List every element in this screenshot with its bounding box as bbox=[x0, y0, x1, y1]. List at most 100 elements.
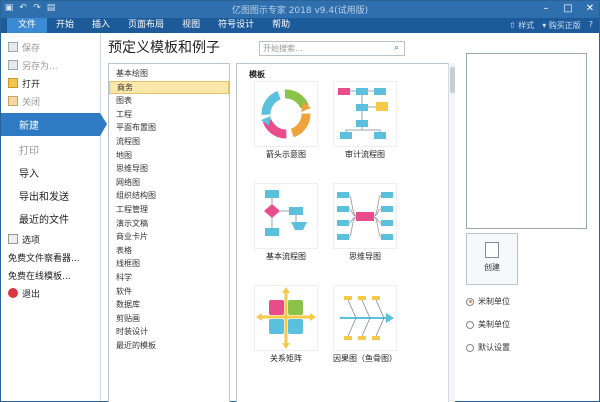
category-item[interactable]: 科学 bbox=[109, 271, 229, 285]
sidebar-item-save-as[interactable]: 另存为... bbox=[1, 56, 100, 74]
category-item[interactable]: 图表 bbox=[109, 94, 229, 108]
title-bar: ▣ ↶ ↷ ▤ 亿图图示专家 2018 v9.4(试用版) – □ ✕ bbox=[1, 1, 599, 18]
category-item[interactable]: 演示文稿 bbox=[109, 217, 229, 231]
radio-dot[interactable] bbox=[466, 320, 474, 329]
category-item[interactable]: 网络图 bbox=[109, 176, 229, 190]
sidebar-item-free-templates[interactable]: 免费在线模板... bbox=[1, 266, 100, 284]
unit-radio-metric[interactable]: 米制单位 bbox=[466, 296, 510, 307]
scrollbar-thumb[interactable] bbox=[450, 67, 455, 93]
sidebar-item-open[interactable]: 打开 bbox=[1, 74, 100, 92]
template-card[interactable]: 思维导图 bbox=[330, 183, 400, 262]
main-panel: 预定义模板和例子 开始搜索... ⌕ 基本绘图 商务 图表 工程 平面布置图 流… bbox=[105, 33, 457, 402]
sidebar-item-label: 选项 bbox=[22, 235, 41, 246]
tab-page-layout[interactable]: 页面布局 bbox=[119, 18, 173, 33]
template-label: 关系矩阵 bbox=[270, 354, 302, 363]
template-card[interactable]: 关系矩阵 bbox=[251, 285, 321, 364]
category-item[interactable]: 时装设计 bbox=[109, 325, 229, 339]
category-item[interactable]: 工程 bbox=[109, 108, 229, 122]
sidebar-item-exit[interactable]: 退出 bbox=[1, 284, 100, 302]
file-sidebar: 保存 另存为... 打开 关闭 新建 打印 导入 导出和发送 最近的文件 选项 … bbox=[1, 33, 107, 401]
menu-bar: 文件 开始 插入 页面布局 视图 符号设计 帮助 ⇧ 样式 ▾ 购买正版 ? bbox=[1, 18, 599, 33]
category-item[interactable]: 平面布置图 bbox=[109, 121, 229, 135]
right-panel: 创建 米制单位 美制单位 默认设置 bbox=[457, 33, 599, 401]
search-placeholder: 开始搜索... bbox=[263, 44, 303, 53]
category-item[interactable]: 工程管理 bbox=[109, 203, 229, 217]
category-item[interactable]: 数据库 bbox=[109, 298, 229, 312]
category-item[interactable]: 线框图 bbox=[109, 257, 229, 271]
tab-view[interactable]: 视图 bbox=[173, 18, 209, 33]
template-section-title: 模板 bbox=[249, 70, 265, 79]
folder-icon bbox=[8, 78, 18, 88]
template-scrollbar[interactable] bbox=[448, 63, 455, 402]
template-label: 因果图（鱼骨图） bbox=[333, 354, 397, 363]
style-label: 样式 bbox=[518, 21, 535, 30]
save-as-icon bbox=[8, 60, 18, 70]
page-title: 预定义模板和例子 bbox=[108, 40, 220, 56]
category-item[interactable]: 剪贴画 bbox=[109, 312, 229, 326]
template-card[interactable]: 审计流程图 bbox=[330, 81, 400, 160]
unit-radio-default[interactable]: 默认设置 bbox=[466, 342, 510, 353]
new-document-icon bbox=[485, 242, 499, 258]
sidebar-item-import[interactable]: 导入 bbox=[1, 161, 100, 184]
purchase-menu[interactable]: ▾ 购买正版 bbox=[542, 20, 581, 31]
maximize-button[interactable]: □ bbox=[561, 2, 575, 15]
category-item[interactable]: 商业卡片 bbox=[109, 230, 229, 244]
category-item[interactable]: 最近的模板 bbox=[109, 339, 229, 353]
circular-arrows-icon bbox=[254, 81, 318, 147]
category-item[interactable]: 基本绘图 bbox=[109, 67, 229, 81]
tab-help[interactable]: 帮助 bbox=[263, 18, 299, 33]
unit-label: 米制单位 bbox=[478, 297, 510, 306]
sidebar-item-close[interactable]: 关闭 bbox=[1, 92, 100, 110]
category-item[interactable]: 软件 bbox=[109, 285, 229, 299]
style-menu[interactable]: ⇧ 样式 bbox=[509, 20, 534, 31]
category-list: 基本绘图 商务 图表 工程 平面布置图 流程图 地图 思维导图 网络图 组织结构… bbox=[108, 63, 230, 402]
category-item[interactable]: 地图 bbox=[109, 149, 229, 163]
app-window: ▣ ↶ ↷ ▤ 亿图图示专家 2018 v9.4(试用版) – □ ✕ 文件 开… bbox=[0, 0, 600, 402]
tab-home[interactable]: 开始 bbox=[47, 18, 83, 33]
template-card[interactable]: 因果图（鱼骨图） bbox=[330, 285, 400, 364]
category-item[interactable]: 组织结构图 bbox=[109, 189, 229, 203]
window-controls: – □ ✕ bbox=[539, 2, 597, 15]
search-icon[interactable]: ⌕ bbox=[391, 43, 402, 54]
options-icon bbox=[8, 234, 18, 244]
sidebar-item-options[interactable]: 选项 bbox=[1, 230, 100, 248]
sidebar-item-print[interactable]: 打印 bbox=[1, 138, 100, 161]
minimize-button[interactable]: – bbox=[539, 2, 553, 15]
template-card[interactable]: 基本流程图 bbox=[251, 183, 321, 262]
sidebar-item-label: 免费在线模板... bbox=[8, 271, 71, 282]
create-button[interactable]: 创建 bbox=[466, 233, 518, 285]
category-item[interactable]: 流程图 bbox=[109, 135, 229, 149]
unit-radio-us[interactable]: 美制单位 bbox=[466, 319, 510, 330]
sidebar-item-export-send[interactable]: 导出和发送 bbox=[1, 184, 100, 207]
template-gallery: 模板 箭头示意图 审计流程图 基本流程图 思维导图 关系矩阵 因果图（鱼骨图） bbox=[236, 63, 453, 402]
fishbone-icon bbox=[333, 285, 397, 351]
search-input[interactable]: 开始搜索... ⌕ bbox=[259, 41, 405, 56]
matrix-icon bbox=[254, 285, 318, 351]
category-item[interactable]: 表格 bbox=[109, 244, 229, 258]
sidebar-item-label: 退出 bbox=[22, 289, 41, 300]
close-button[interactable]: ✕ bbox=[583, 2, 597, 15]
template-label: 基本流程图 bbox=[266, 252, 306, 261]
sidebar-item-new[interactable]: 新建 bbox=[1, 113, 107, 136]
sidebar-item-label: 另存为... bbox=[22, 61, 58, 72]
category-item-selected[interactable]: 商务 bbox=[109, 80, 229, 95]
audit-flowchart-icon bbox=[333, 81, 397, 147]
sidebar-item-label: 保存 bbox=[22, 43, 41, 54]
sidebar-item-recent-files[interactable]: 最近的文件 bbox=[1, 207, 100, 230]
save-icon bbox=[8, 42, 18, 52]
sidebar-item-label: 打开 bbox=[22, 79, 41, 90]
category-item[interactable]: 思维导图 bbox=[109, 162, 229, 176]
sidebar-item-save[interactable]: 保存 bbox=[1, 38, 100, 56]
tab-file[interactable]: 文件 bbox=[7, 18, 48, 33]
tab-symbol-design[interactable]: 符号设计 bbox=[209, 18, 263, 33]
radio-dot[interactable] bbox=[466, 343, 474, 352]
template-preview bbox=[466, 53, 587, 229]
template-card[interactable]: 箭头示意图 bbox=[251, 81, 321, 160]
sidebar-item-free-viewer[interactable]: 免费文件察看器... bbox=[1, 248, 100, 266]
tab-insert[interactable]: 插入 bbox=[83, 18, 119, 33]
help-icon[interactable]: ? bbox=[589, 20, 593, 31]
template-label: 思维导图 bbox=[349, 252, 381, 261]
radio-dot-selected[interactable] bbox=[466, 297, 474, 306]
unit-label: 美制单位 bbox=[478, 320, 510, 329]
sidebar-item-label: 关闭 bbox=[22, 97, 41, 108]
